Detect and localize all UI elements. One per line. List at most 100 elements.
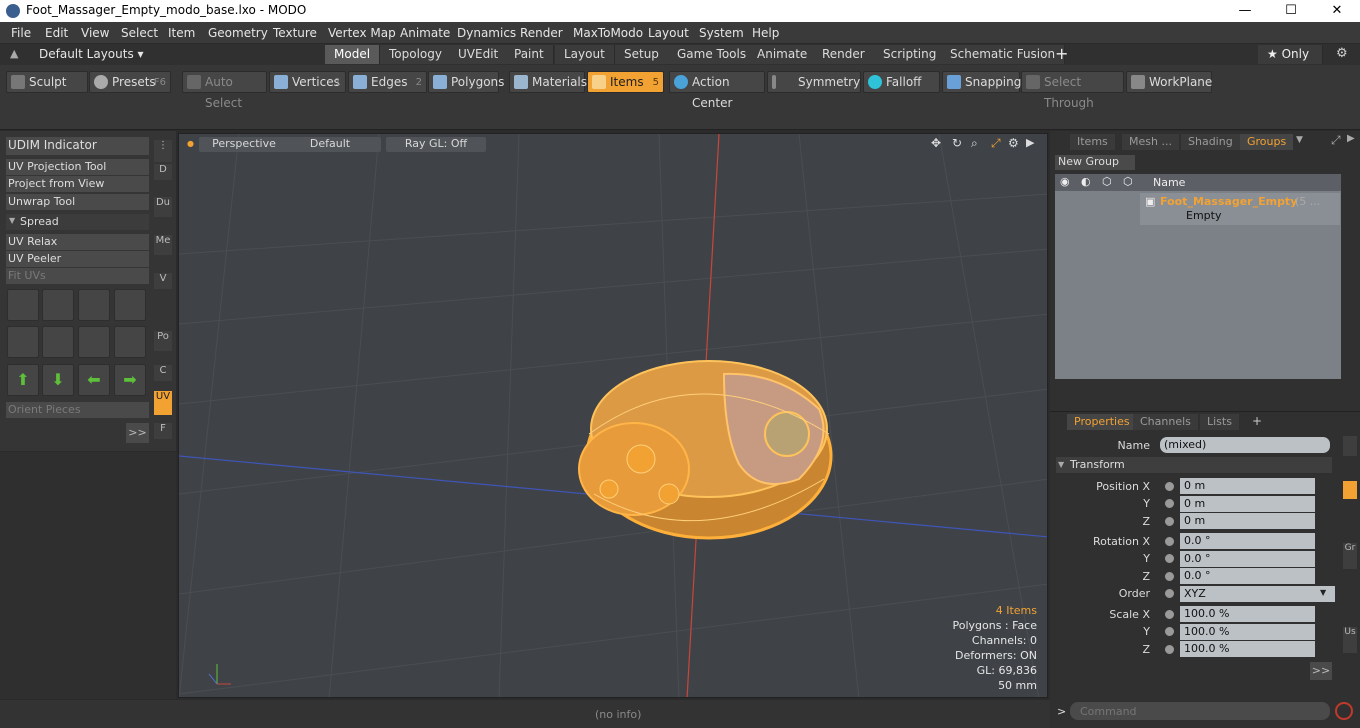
name-field[interactable]: (mixed) bbox=[1160, 437, 1330, 453]
sidetab-f[interactable]: F bbox=[154, 423, 172, 439]
snapping-button[interactable]: Snapping bbox=[942, 71, 1021, 93]
fit-uvs-button[interactable]: Fit UVs bbox=[6, 268, 149, 284]
scale-y-animate-icon[interactable] bbox=[1164, 626, 1175, 637]
tab-layout[interactable]: Layout bbox=[555, 45, 615, 64]
uv-rotate-icon[interactable] bbox=[42, 289, 74, 321]
add-tab-button[interactable]: + bbox=[1055, 44, 1068, 63]
rotation-y-field[interactable]: 0.0 ° bbox=[1180, 551, 1315, 567]
menu-dynamics[interactable]: Dynamics bbox=[457, 26, 516, 40]
sidetab-dots[interactable]: ⋮ bbox=[154, 140, 172, 162]
raygl-toggle[interactable]: Ray GL: Off bbox=[386, 137, 486, 152]
minimize-button[interactable]: — bbox=[1222, 0, 1268, 22]
unwrap-tool-button[interactable]: Unwrap Tool bbox=[6, 194, 149, 210]
order-dropdown-arrow-icon[interactable]: ▼ bbox=[1320, 588, 1326, 597]
rotation-x-field[interactable]: 0.0 ° bbox=[1180, 533, 1315, 549]
panel-arrow-icon[interactable]: ▶ bbox=[1347, 133, 1355, 144]
menu-help[interactable]: Help bbox=[752, 26, 779, 40]
menu-geometry[interactable]: Geometry bbox=[208, 26, 268, 40]
position-x-field[interactable]: 0 m bbox=[1180, 478, 1315, 494]
spread-section[interactable]: Spread bbox=[6, 214, 149, 230]
order-dropdown[interactable]: XYZ bbox=[1180, 586, 1335, 602]
sidetab-uv[interactable]: UV bbox=[154, 391, 172, 415]
panel-expand-icon[interactable]: ⤢ bbox=[1331, 133, 1341, 148]
properties-more-button[interactable]: >> bbox=[1310, 662, 1332, 680]
uv-transform-icon[interactable] bbox=[7, 289, 39, 321]
menu-animate[interactable]: Animate bbox=[400, 26, 450, 40]
lock-icon[interactable]: ⬡ bbox=[1102, 175, 1112, 188]
tab-uvedit[interactable]: UVEdit bbox=[449, 45, 509, 64]
viewport-menu-arrow-icon[interactable]: ▶ bbox=[1026, 136, 1034, 149]
sidetab-d[interactable]: D bbox=[154, 164, 172, 180]
zoom-icon[interactable]: ⌕ bbox=[971, 136, 978, 151]
menu-render[interactable]: Render bbox=[520, 26, 563, 40]
tab-setup[interactable]: Setup bbox=[615, 45, 669, 64]
record-icon[interactable] bbox=[1335, 702, 1353, 720]
materials-button[interactable]: Materials bbox=[509, 71, 587, 93]
visibility-icon[interactable]: ◉ bbox=[1060, 175, 1070, 188]
uv-projection-tool-button[interactable]: UV Projection Tool bbox=[6, 159, 149, 175]
rotation-z-animate-icon[interactable] bbox=[1164, 571, 1175, 582]
uv-move-icon[interactable] bbox=[78, 289, 110, 321]
command-input[interactable] bbox=[1070, 702, 1330, 720]
tab-lists[interactable]: Lists bbox=[1200, 414, 1239, 430]
uv-plane-icon[interactable] bbox=[42, 326, 74, 358]
edges-button[interactable]: Edges 2 bbox=[348, 71, 427, 93]
menu-item[interactable]: Item bbox=[168, 26, 195, 40]
scale-z-animate-icon[interactable] bbox=[1164, 644, 1175, 655]
foot-massager-mesh[interactable] bbox=[578, 360, 833, 540]
order-animate-icon[interactable] bbox=[1164, 588, 1175, 599]
menu-view[interactable]: View bbox=[81, 26, 109, 40]
tab-items[interactable]: Items bbox=[1070, 134, 1115, 150]
falloff-button[interactable]: Falloff bbox=[863, 71, 940, 93]
presets-button[interactable]: Presets F6 bbox=[89, 71, 171, 93]
arrow-up-icon[interactable]: ⬆ bbox=[7, 364, 39, 396]
menu-vertex-map[interactable]: Vertex Map bbox=[328, 26, 396, 40]
maximize-button[interactable]: ☐ bbox=[1268, 0, 1314, 22]
tab-schematic-fusion[interactable]: Schematic Fusion bbox=[941, 45, 1066, 64]
maximize-viewport-icon[interactable]: ⤢ bbox=[991, 136, 1001, 151]
render-icon[interactable]: ◐ bbox=[1081, 175, 1091, 188]
position-x-animate-icon[interactable] bbox=[1164, 481, 1175, 492]
sculpt-button[interactable]: Sculpt bbox=[6, 71, 88, 93]
workplane-button[interactable]: WorkPlane bbox=[1126, 71, 1212, 93]
tab-properties[interactable]: Properties bbox=[1067, 414, 1137, 430]
menu-select[interactable]: Select bbox=[121, 26, 158, 40]
uv-sphere-icon[interactable] bbox=[114, 326, 146, 358]
items-button[interactable]: Items 5 bbox=[587, 71, 664, 93]
tab-mesh[interactable]: Mesh ... bbox=[1122, 134, 1179, 150]
groups-dropdown-icon[interactable]: ▼ bbox=[1296, 135, 1303, 145]
scale-y-field[interactable]: 100.0 % bbox=[1180, 624, 1315, 640]
tab-groups[interactable]: Groups bbox=[1240, 134, 1294, 150]
new-group-button[interactable]: New Group bbox=[1055, 155, 1135, 170]
gear-icon[interactable]: ⚙ bbox=[1336, 46, 1348, 61]
tab-scripting[interactable]: Scripting bbox=[874, 45, 947, 64]
sidetab-v[interactable]: V bbox=[154, 273, 172, 289]
scale-x-field[interactable]: 100.0 % bbox=[1180, 606, 1315, 622]
scale-z-field[interactable]: 100.0 % bbox=[1180, 641, 1315, 657]
transform-collapse-icon[interactable]: ▼ bbox=[1058, 460, 1064, 469]
layout-arrow-icon[interactable]: ▲ bbox=[10, 47, 18, 60]
default-layouts-dropdown[interactable]: Default Layouts ▾ bbox=[39, 47, 144, 61]
tab-model[interactable]: Model bbox=[325, 45, 381, 64]
viewport-gear-icon[interactable]: ⚙ bbox=[1008, 136, 1019, 150]
arrow-left-icon[interactable]: ⬅ bbox=[78, 364, 110, 396]
auto-select-button[interactable]: Auto Select bbox=[182, 71, 267, 110]
udim-indicator-button[interactable]: UDIM Indicator bbox=[6, 137, 149, 155]
menu-file[interactable]: File bbox=[11, 26, 31, 40]
tab-game-tools[interactable]: Game Tools bbox=[668, 45, 757, 64]
uv-relax-button[interactable]: UV Relax bbox=[6, 234, 149, 250]
sidetab-c[interactable]: C bbox=[154, 365, 172, 381]
position-z-field[interactable]: 0 m bbox=[1180, 513, 1315, 529]
3d-viewport[interactable]: ● Perspective Default Ray GL: Off ✥ ↻ ⌕ … bbox=[178, 133, 1048, 698]
tab-render[interactable]: Render bbox=[813, 45, 875, 64]
add-tab-icon[interactable]: + bbox=[1252, 414, 1262, 428]
arrow-down-icon[interactable]: ⬇ bbox=[42, 364, 74, 396]
rotation-z-field[interactable]: 0.0 ° bbox=[1180, 568, 1315, 584]
sidetab-us[interactable]: Us bbox=[1343, 627, 1357, 653]
perspective-dropdown[interactable]: Perspective bbox=[199, 137, 289, 152]
only-toggle[interactable]: ★ Only bbox=[1258, 45, 1323, 64]
tab-paint[interactable]: Paint bbox=[505, 45, 554, 64]
uv-taper-icon[interactable] bbox=[78, 326, 110, 358]
rotation-x-animate-icon[interactable] bbox=[1164, 536, 1175, 547]
project-from-view-button[interactable]: Project from View bbox=[6, 176, 149, 192]
